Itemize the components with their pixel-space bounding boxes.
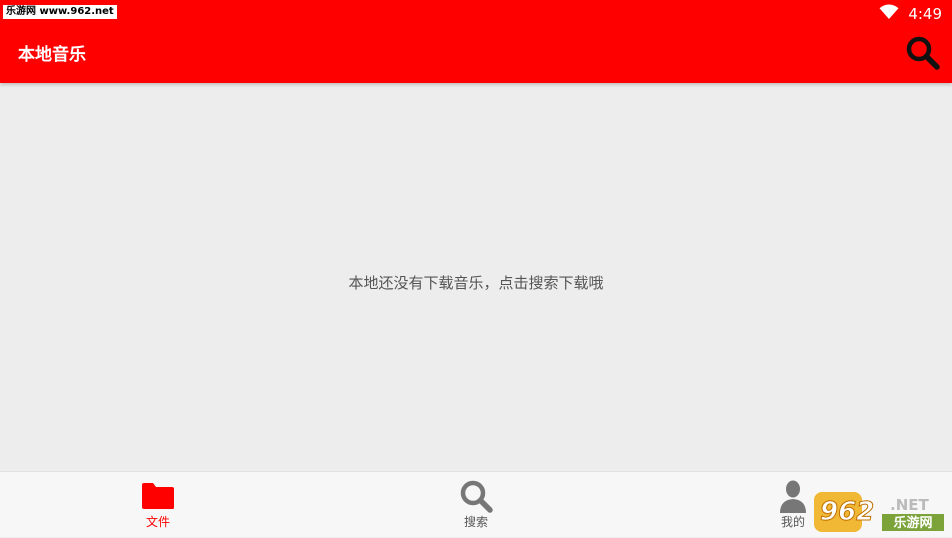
tab-files[interactable]: 文件: [98, 472, 218, 537]
svg-text:.NET: .NET: [890, 496, 929, 514]
page-title: 本地音乐: [18, 45, 86, 65]
app-bar: 本地音乐: [0, 27, 952, 83]
watermark-tag: 乐游网 www.962.net: [3, 5, 117, 19]
tab-mine-label: 我的: [780, 515, 805, 529]
bottom-nav: 文件 搜索 我的: [0, 471, 952, 537]
search-icon: [905, 35, 941, 75]
search-icon: [459, 478, 493, 514]
empty-state-message: 本地还没有下载音乐，点击搜索下载哦: [348, 274, 604, 292]
user-icon: [778, 478, 808, 514]
svg-text:乐游网: 乐游网: [893, 515, 932, 531]
search-button[interactable]: [902, 34, 944, 76]
site-watermark-logo: 962 .NET 乐游网: [812, 490, 948, 534]
svg-text:962: 962: [820, 497, 874, 527]
wifi-icon: [879, 4, 899, 24]
folder-icon: [141, 478, 175, 514]
tab-search-label: 搜索: [463, 515, 488, 529]
status-icons: 4:49: [879, 3, 942, 25]
tab-files-label: 文件: [145, 515, 170, 529]
status-time: 4:49: [908, 5, 942, 23]
tab-search[interactable]: 搜索: [416, 472, 536, 537]
status-bar: 乐游网 www.962.net 4:49: [0, 0, 952, 27]
